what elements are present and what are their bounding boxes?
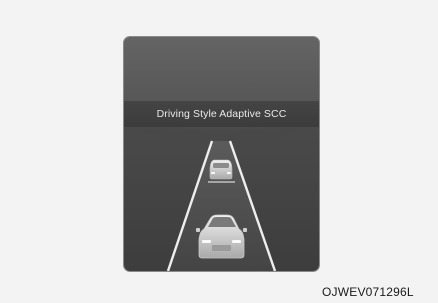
road-scene [124,127,319,271]
message-text: Driving Style Adaptive SCC [156,108,287,120]
message-banner: Driving Style Adaptive SCC [124,101,319,127]
page: Driving Style Adaptive SCC OJWEV071296L [0,0,438,303]
display-top-area [124,37,319,101]
lead-vehicle-icon [209,159,233,180]
cluster-display: Driving Style Adaptive SCC [124,37,319,271]
figure-code: OJWEV071296L [322,285,414,299]
